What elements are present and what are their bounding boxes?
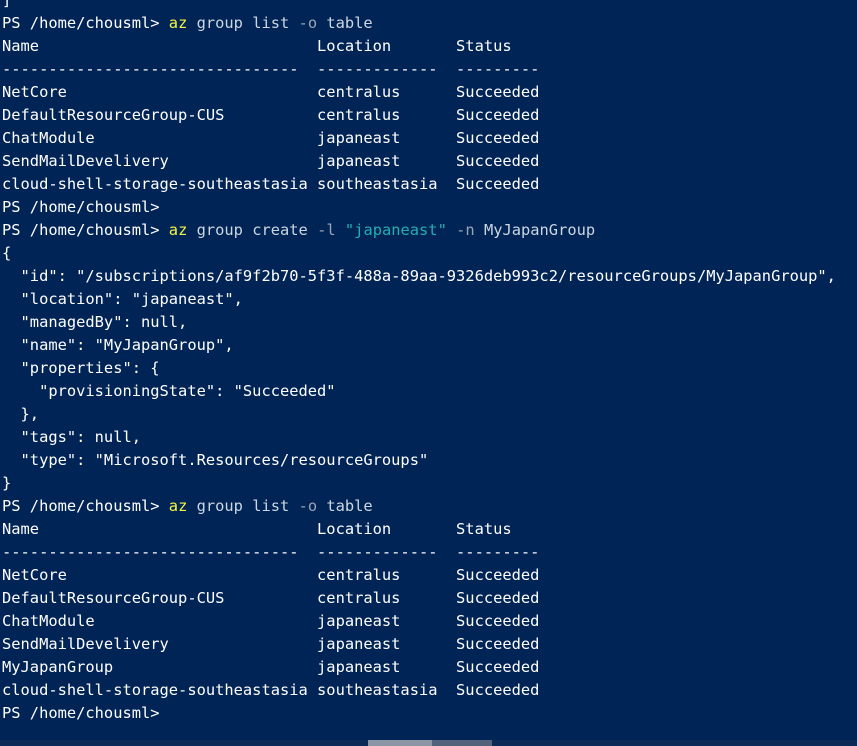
terminal-text-segment: MyJapanGroup [474,221,596,239]
terminal-line: cloud-shell-storage-southeastasia southe… [2,173,539,196]
terminal-line: -------------------------------- -------… [2,541,539,564]
terminal-line: "tags": null, [2,426,141,449]
terminal-text-segment: -o [298,14,318,32]
terminal-line: DefaultResourceGroup-CUS centralus Succe… [2,587,539,610]
terminal-text-segment: az [168,497,188,515]
terminal-line: PS /home/chousml> az group list -o table [2,12,373,35]
terminal-text-segment: ] [2,0,12,9]
terminal-text-segment: cloud-shell-storage-southeastasia southe… [2,175,540,193]
terminal-line: } [2,472,11,495]
terminal-text-segment: group create [187,221,318,239]
terminal-line: ChatModule japaneast Succeeded [2,127,539,150]
terminal-text-segment: cloud-shell-storage-southeastasia southe… [2,681,540,699]
terminal-text-segment: "japaneast" [344,221,447,239]
terminal-line: cloud-shell-storage-southeastasia southe… [2,679,539,702]
terminal-text-segment: "name": "MyJapanGroup", [2,336,234,354]
terminal-line: PS /home/chousml> az group create -l "ja… [2,219,595,242]
terminal-text-segment: "type": "Microsoft.Resources/resourceGro… [2,451,429,469]
terminal-text-segment: az [168,14,188,32]
terminal-text-segment: Name Location Status [2,520,512,538]
terminal-line: SendMailDevelivery japaneast Succeeded [2,633,539,656]
terminal-line: ChatModule japaneast Succeeded [2,610,539,633]
terminal-line: ] [2,0,11,12]
terminal-line: { [2,242,11,265]
terminal-text-segment: ChatModule japaneast Succeeded [2,612,540,630]
terminal-text-segment: PS /home/chousml> [2,704,160,722]
terminal-line: NetCore centralus Succeeded [2,564,539,587]
horizontal-scrollbar-segment [432,740,492,746]
terminal-text-segment: "managedBy": null, [2,313,188,331]
terminal-text-segment: Name Location Status [2,37,512,55]
terminal-text-segment: table [317,497,373,515]
terminal-text-segment: "properties": { [2,359,160,377]
terminal-text-segment: SendMailDevelivery japaneast Succeeded [2,635,540,653]
terminal-text-segment: -o [298,497,318,515]
terminal-text-segment: "tags": null, [2,428,141,446]
terminal-line: Name Location Status [2,518,512,541]
terminal-line: SendMailDevelivery japaneast Succeeded [2,150,539,173]
terminal-line: PS /home/chousml> [2,196,160,219]
terminal-line: "id": "/subscriptions/af9f2b70-5f3f-488a… [2,265,836,288]
terminal-text-segment: "location": "japaneast", [2,290,243,308]
terminal-text-segment: PS /home/chousml> [2,221,169,239]
terminal-text-segment: } [2,474,12,492]
terminal-text-segment: SendMailDevelivery japaneast Succeeded [2,152,540,170]
terminal-line: }, [2,403,40,426]
terminal-line: PS /home/chousml> [2,702,160,725]
terminal-text-segment: -------------------------------- -------… [2,60,540,78]
terminal-text-segment: -l [317,221,336,239]
terminal-line: "provisioningState": "Succeeded" [2,380,336,403]
terminal-text-segment: PS /home/chousml> [2,14,169,32]
terminal-line: -------------------------------- -------… [2,58,539,81]
terminal-line: "type": "Microsoft.Resources/resourceGro… [2,449,429,472]
terminal-text-segment: "id": "/subscriptions/af9f2b70-5f3f-488a… [2,267,836,285]
terminal-line: "location": "japaneast", [2,288,243,311]
terminal-text-segment: NetCore centralus Succeeded [2,566,540,584]
terminal-line: Name Location Status [2,35,512,58]
terminal-window[interactable]: ] PS /home/chousml> az group list -o tabl… [0,0,857,746]
terminal-text-segment: NetCore centralus Succeeded [2,83,540,101]
terminal-text-segment: az [168,221,188,239]
terminal-text-segment: -n [456,221,475,239]
terminal-line: "managedBy": null, [2,311,188,334]
terminal-text-segment: DefaultResourceGroup-CUS centralus Succe… [2,589,540,607]
terminal-line: PS /home/chousml> az group list -o table [2,495,373,518]
terminal-text-segment: ChatModule japaneast Succeeded [2,129,540,147]
terminal-text-segment: DefaultResourceGroup-CUS centralus Succe… [2,106,540,124]
horizontal-scrollbar-thumb[interactable] [368,740,432,746]
terminal-line: "properties": { [2,357,160,380]
terminal-text-segment: group list [187,14,299,32]
terminal-text-segment: { [2,244,12,262]
terminal-line: NetCore centralus Succeeded [2,81,539,104]
terminal-text-segment: -------------------------------- -------… [2,543,540,561]
terminal-text-segment: PS /home/chousml> [2,198,160,216]
terminal-text-segment: "provisioningState": "Succeeded" [2,382,336,400]
terminal-line: MyJapanGroup japaneast Succeeded [2,656,539,679]
terminal-line: DefaultResourceGroup-CUS centralus Succe… [2,104,539,127]
terminal-line: "name": "MyJapanGroup", [2,334,234,357]
horizontal-scrollbar-track[interactable] [0,740,857,746]
terminal-text-segment: MyJapanGroup japaneast Succeeded [2,658,540,676]
terminal-text-segment: table [317,14,373,32]
terminal-text-segment: group list [187,497,299,515]
terminal-text-segment: PS /home/chousml> [2,497,169,515]
terminal-text-segment: }, [2,405,40,423]
